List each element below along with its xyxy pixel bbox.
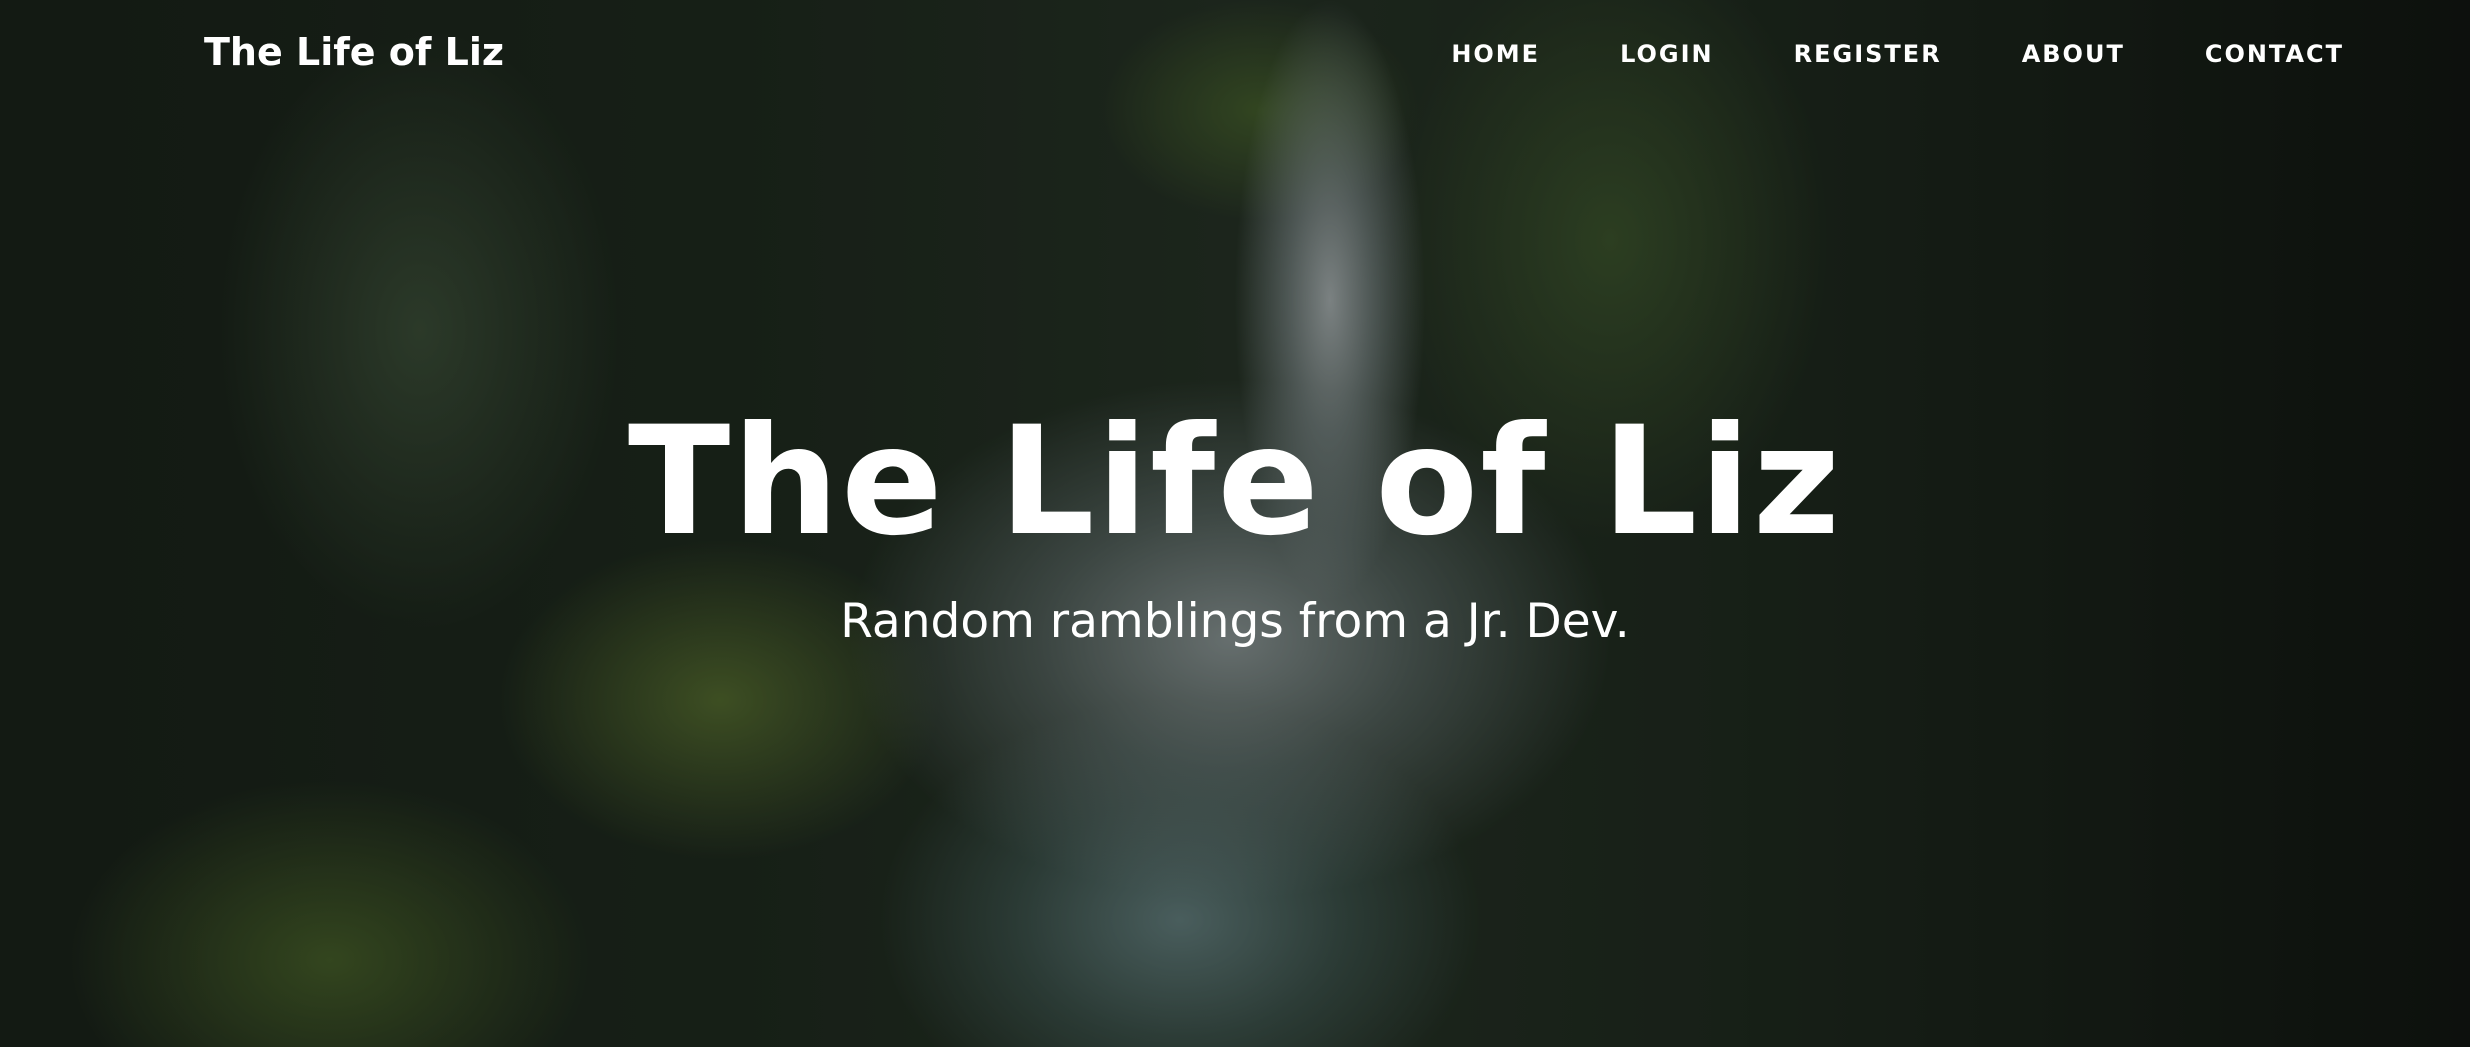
nav-item-about: ABOUT: [1942, 40, 2125, 68]
nav-item-register: REGISTER: [1714, 40, 1942, 68]
hero-title: The Life of Liz: [627, 395, 1843, 569]
nav-link-register[interactable]: REGISTER: [1714, 40, 1942, 68]
nav-menu: HOME LOGIN REGISTER ABOUT CONTACT: [1371, 40, 2344, 68]
nav-item-home: HOME: [1371, 40, 1540, 68]
nav-item-contact: CONTACT: [2125, 40, 2344, 68]
page: The Life of Liz HOME LOGIN REGISTER ABOU…: [0, 0, 2470, 1047]
hero-subtitle: Random ramblings from a Jr. Dev.: [840, 594, 1630, 649]
brand-link[interactable]: The Life of Liz: [204, 30, 504, 74]
nav-link-home[interactable]: HOME: [1371, 40, 1540, 68]
site-heading: The Life of Liz Random ramblings from a …: [0, 392, 2470, 649]
nav-link-contact[interactable]: CONTACT: [2125, 40, 2344, 68]
nav-link-login[interactable]: LOGIN: [1540, 40, 1714, 68]
main-navbar: The Life of Liz HOME LOGIN REGISTER ABOU…: [0, 0, 2470, 112]
nav-item-login: LOGIN: [1540, 40, 1714, 68]
nav-link-about[interactable]: ABOUT: [1942, 40, 2125, 68]
